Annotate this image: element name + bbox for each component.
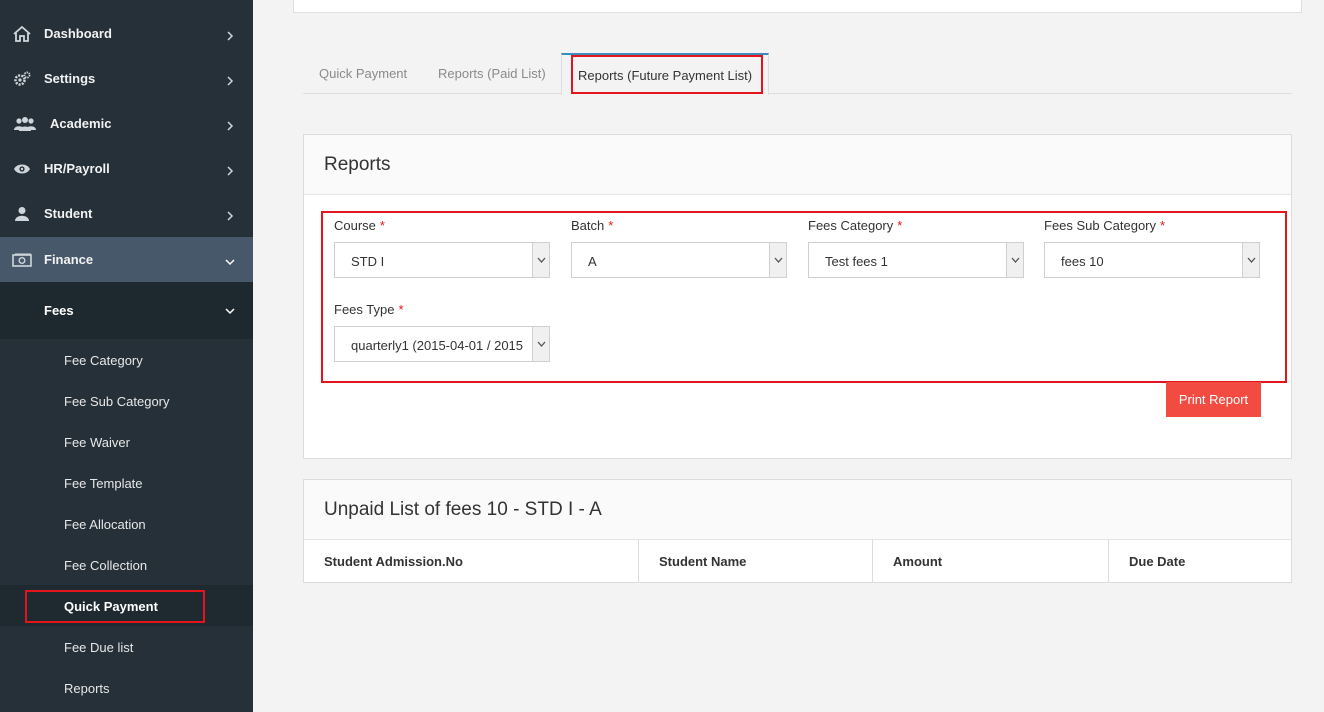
eye-icon — [12, 161, 32, 177]
gear-icon — [12, 71, 32, 87]
sidebar-item-fee-category[interactable]: Fee Category — [0, 339, 253, 380]
sidebar-item-label: Fee Due list — [64, 640, 134, 655]
tab-reports-future-payment-list[interactable]: Reports (Future Payment List) — [561, 53, 770, 95]
sidebar-item-label: HR/Payroll — [44, 161, 110, 176]
fees-sub-category-select[interactable]: fees 10 — [1044, 242, 1260, 278]
course-select-value: STD I — [351, 254, 385, 269]
fees-type-label-text: Fees Type — [334, 302, 395, 317]
sidebar-item-label: Academic — [50, 116, 112, 131]
sidebar-item-student[interactable]: Student — [0, 191, 253, 236]
batch-label-text: Batch — [571, 218, 605, 233]
course-label: Course * — [334, 218, 385, 233]
sidebar-item-label: Fee Allocation — [64, 517, 146, 532]
column-header-amount[interactable]: Amount — [873, 539, 1109, 583]
tab-label: Quick Payment — [319, 66, 408, 81]
users-icon — [13, 116, 37, 132]
required-mark: * — [1160, 218, 1166, 233]
sidebar-item-quick-payment[interactable]: Quick Payment — [0, 585, 253, 626]
tab-reports-paid-list[interactable]: Reports (Paid List) — [438, 53, 546, 94]
chevron-down-icon — [1006, 243, 1023, 277]
required-mark: * — [608, 218, 614, 233]
tab-quick-payment[interactable]: Quick Payment — [319, 53, 407, 94]
chevron-down-icon — [532, 327, 549, 361]
sidebar-item-fees[interactable]: Fees — [0, 282, 253, 339]
sidebar-item-fee-collection[interactable]: Fee Collection — [0, 544, 253, 585]
required-mark: * — [897, 218, 903, 233]
chevron-down-icon — [1242, 243, 1259, 277]
sidebar-item-reports[interactable]: Reports — [0, 667, 253, 708]
sidebar: Dashboard Settings Academic HR/Payroll S… — [0, 0, 253, 712]
chevron-down-icon — [532, 243, 549, 277]
batch-select[interactable]: A — [571, 242, 787, 278]
chevron-right-icon — [225, 209, 235, 221]
panel-title: Unpaid List of fees 10 - STD I - A — [304, 480, 1291, 540]
batch-label: Batch * — [571, 218, 613, 233]
sidebar-item-label: Fee Template — [64, 476, 143, 491]
reports-panel: Reports — [303, 134, 1292, 459]
required-mark: * — [398, 302, 404, 317]
fees-type-select[interactable]: quarterly1 (2015-04-01 / 2015 — [334, 326, 550, 362]
required-mark: * — [379, 218, 385, 233]
tab-label: Reports (Future Payment List) — [578, 67, 753, 83]
sidebar-item-label: Fee Collection — [64, 558, 148, 573]
sidebar-item-label: Reports — [64, 681, 110, 696]
sidebar-item-hr-payroll[interactable]: HR/Payroll — [0, 146, 253, 191]
top-header-bar — [293, 0, 1302, 13]
sidebar-item-label: Fee Sub Category — [64, 394, 170, 409]
fees-category-label-text: Fees Category — [808, 218, 894, 233]
chevron-right-icon — [225, 119, 235, 131]
sidebar-item-label: Settings — [44, 71, 96, 86]
course-select[interactable]: STD I — [334, 242, 550, 278]
money-icon — [12, 252, 32, 268]
sidebar-item-label: Fee Waiver — [64, 435, 130, 450]
sidebar-item-finance[interactable]: Finance — [0, 237, 253, 282]
sidebar-item-academic[interactable]: Academic — [0, 101, 253, 146]
chevron-down-icon — [225, 304, 235, 315]
sidebar-item-fee-allocation[interactable]: Fee Allocation — [0, 503, 253, 544]
column-header-admission-no[interactable]: Student Admission.No — [304, 539, 639, 583]
fees-category-select[interactable]: Test fees 1 — [808, 242, 1024, 278]
sidebar-item-fee-waiver[interactable]: Fee Waiver — [0, 421, 253, 462]
tab-label: Reports (Paid List) — [438, 66, 546, 81]
column-header-due-date[interactable]: Due Date — [1109, 539, 1291, 583]
panel-title: Reports — [304, 135, 1291, 195]
fees-type-label: Fees Type * — [334, 302, 404, 317]
sidebar-item-label: Dashboard — [44, 26, 112, 41]
sidebar-item-dashboard[interactable]: Dashboard — [0, 11, 253, 56]
tab-bar: Quick Payment Reports (Paid List) Report… — [303, 53, 1292, 95]
sidebar-item-label: Quick Payment — [64, 599, 158, 614]
sidebar-item-fee-template[interactable]: Fee Template — [0, 462, 253, 503]
column-header-student-name[interactable]: Student Name — [639, 539, 873, 583]
sidebar-item-label: Finance — [44, 252, 94, 267]
fees-sub-category-label-text: Fees Sub Category — [1044, 218, 1157, 233]
fees-category-label: Fees Category * — [808, 218, 902, 233]
user-icon — [12, 206, 32, 222]
fees-sub-category-select-value: fees 10 — [1061, 254, 1104, 269]
sidebar-item-settings[interactable]: Settings — [0, 56, 253, 101]
chevron-down-icon — [769, 243, 786, 277]
sidebar-item-fee-due-list[interactable]: Fee Due list — [0, 626, 253, 667]
chevron-down-icon — [225, 255, 235, 265]
batch-select-value: A — [588, 254, 597, 269]
home-icon — [12, 25, 32, 42]
chevron-right-icon — [225, 74, 235, 86]
fees-type-select-value: quarterly1 (2015-04-01 / 2015 — [351, 338, 524, 353]
sidebar-item-fee-sub-category[interactable]: Fee Sub Category — [0, 380, 253, 421]
course-label-text: Course — [334, 218, 376, 233]
chevron-right-icon — [225, 164, 235, 176]
sidebar-item-label: Fees — [44, 303, 74, 318]
print-report-button[interactable]: Print Report — [1166, 382, 1261, 417]
chevron-right-icon — [225, 29, 235, 41]
fees-sub-category-label: Fees Sub Category * — [1044, 218, 1165, 233]
sidebar-item-label: Student — [44, 206, 93, 221]
fees-category-select-value: Test fees 1 — [825, 254, 888, 269]
sidebar-item-label: Fee Category — [64, 353, 143, 368]
